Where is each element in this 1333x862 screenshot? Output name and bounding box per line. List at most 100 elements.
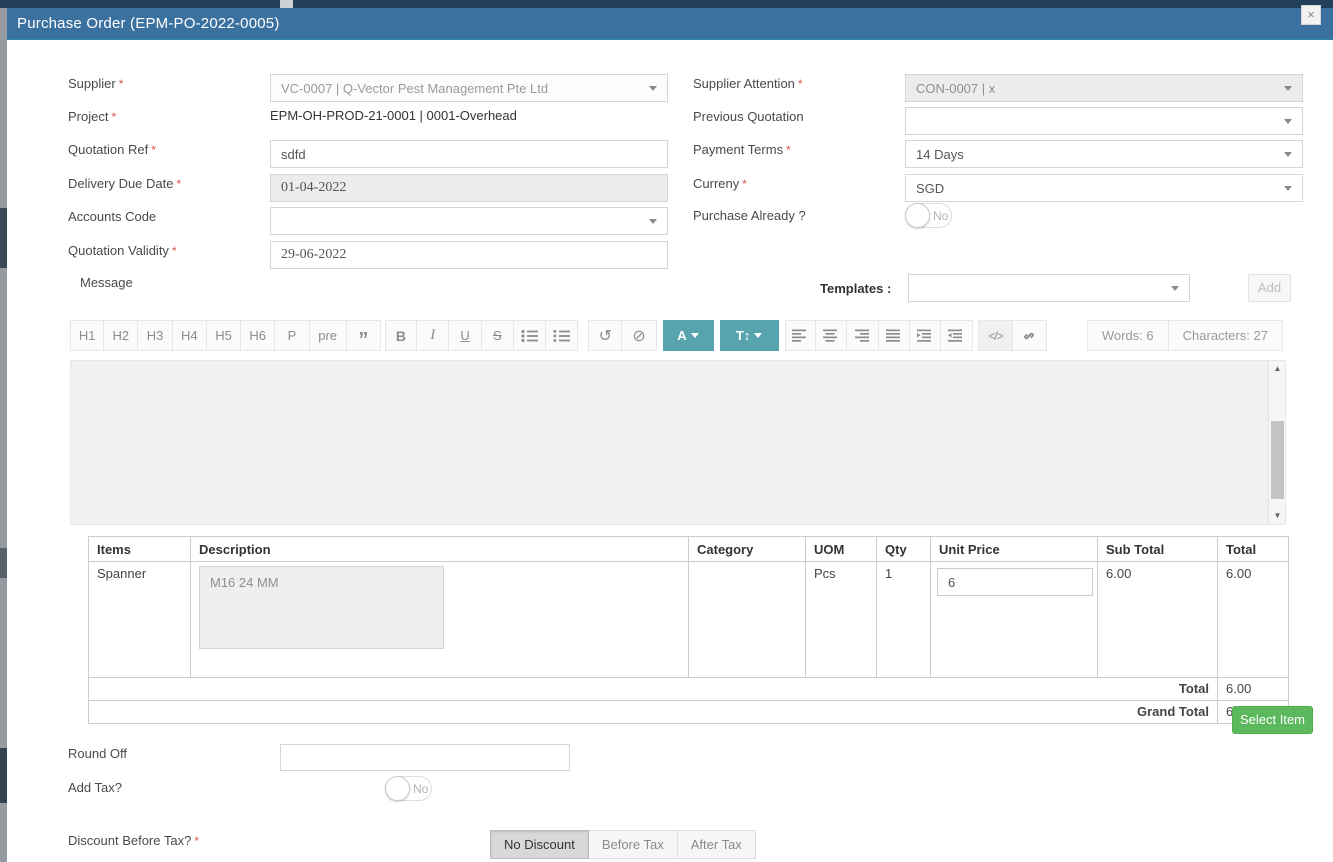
- left-edge-segment: [0, 548, 7, 578]
- close-icon[interactable]: ×: [1301, 5, 1321, 25]
- col-unit-price: Unit Price: [931, 537, 1098, 562]
- grand-total-row: Grand Total 6.00: [89, 701, 1289, 724]
- chevron-down-icon: [649, 219, 657, 224]
- round-off-label: Round Off: [68, 746, 127, 761]
- templates-select[interactable]: [908, 274, 1190, 302]
- previous-quotation-label: Previous Quotation: [693, 109, 804, 124]
- scrollbar-thumb[interactable]: [1271, 421, 1284, 499]
- purchase-already-label: Purchase Already ?: [693, 208, 806, 223]
- items-table: Items Description Category UOM Qty Unit …: [88, 536, 1289, 724]
- paragraph-button[interactable]: P: [275, 320, 309, 351]
- preformatted-button[interactable]: pre: [310, 320, 347, 351]
- font-color-button[interactable]: A: [663, 320, 715, 351]
- item-sub-total-cell: 6.00: [1098, 562, 1218, 678]
- item-name-cell: Spanner: [89, 562, 191, 678]
- scroll-down-icon[interactable]: ▼: [1269, 508, 1286, 524]
- item-total-cell: 6.00: [1218, 562, 1289, 678]
- add-tax-toggle[interactable]: No: [385, 776, 432, 801]
- scroll-up-icon[interactable]: ▲: [1269, 361, 1286, 377]
- item-uom-cell: Pcs: [806, 562, 877, 678]
- modal-header: Purchase Order (EPM-PO-2022-0005): [7, 8, 1333, 40]
- unit-price-input[interactable]: [937, 568, 1093, 596]
- toggle-knob: [385, 776, 410, 801]
- clear-formatting-icon[interactable]: ⊘: [622, 320, 656, 351]
- h1-button[interactable]: H1: [70, 320, 104, 351]
- templates-label: Templates :: [820, 281, 891, 296]
- purchase-already-toggle[interactable]: No: [905, 203, 952, 228]
- h4-button[interactable]: H4: [173, 320, 207, 351]
- previous-quotation-select[interactable]: [905, 107, 1303, 135]
- left-edge-segment: [0, 208, 7, 268]
- undo-icon[interactable]: ↺: [588, 320, 622, 351]
- bold-button[interactable]: B: [385, 320, 417, 351]
- message-label: Message: [80, 275, 133, 290]
- chevron-down-icon: [754, 333, 762, 338]
- discount-before-tax-label: Discount Before Tax?*: [68, 833, 199, 848]
- add-template-button[interactable]: Add: [1248, 274, 1291, 302]
- col-category: Category: [689, 537, 806, 562]
- supplier-select[interactable]: VC-0007 | Q-Vector Pest Management Pte L…: [270, 74, 668, 102]
- chevron-down-icon: [1171, 286, 1179, 291]
- word-count: Words: 6: [1087, 320, 1169, 351]
- col-total: Total: [1218, 537, 1289, 562]
- delivery-due-date-input[interactable]: [270, 174, 668, 202]
- select-item-button[interactable]: Select Item: [1232, 706, 1313, 734]
- align-left-icon[interactable]: [785, 320, 816, 351]
- delivery-due-date-label: Delivery Due Date*: [68, 176, 181, 191]
- link-icon[interactable]: [1013, 320, 1047, 351]
- total-row: Total 6.00: [89, 678, 1289, 701]
- align-justify-icon[interactable]: [879, 320, 910, 351]
- h6-button[interactable]: H6: [241, 320, 275, 351]
- italic-button[interactable]: I: [417, 320, 449, 351]
- chevron-down-icon: [1284, 152, 1292, 157]
- item-description-cell: M16 24 MM: [191, 562, 689, 678]
- col-qty: Qty: [877, 537, 931, 562]
- message-editor-area[interactable]: ▲ ▼: [70, 360, 1286, 525]
- project-value: EPM-OH-PROD-21-0001 | 0001-Overhead: [270, 108, 517, 123]
- item-qty-cell: 1: [877, 562, 931, 678]
- ordered-list-icon[interactable]: [546, 320, 578, 351]
- item-category-cell: [689, 562, 806, 678]
- no-discount-button[interactable]: No Discount: [490, 830, 589, 859]
- col-sub-total: Sub Total: [1098, 537, 1218, 562]
- chevron-down-icon: [1284, 186, 1292, 191]
- chevron-down-icon: [1284, 86, 1292, 91]
- currency-label: Curreny*: [693, 176, 747, 191]
- code-view-button[interactable]: </>: [978, 320, 1012, 351]
- project-label: Project*: [68, 109, 116, 124]
- quotation-validity-input[interactable]: [270, 241, 668, 269]
- col-items: Items: [89, 537, 191, 562]
- page-background-topbar: [0, 0, 1333, 8]
- left-edge-segment: [0, 748, 7, 803]
- supplier-attention-label: Supplier Attention*: [693, 76, 803, 91]
- round-off-input[interactable]: [280, 744, 570, 771]
- quotation-ref-input[interactable]: [270, 140, 668, 168]
- unordered-list-icon[interactable]: [514, 320, 546, 351]
- font-size-button[interactable]: T↕: [720, 320, 779, 351]
- payment-terms-select[interactable]: 14 Days: [905, 140, 1303, 168]
- chevron-down-icon: [691, 333, 699, 338]
- strikethrough-button[interactable]: S: [482, 320, 514, 351]
- currency-select[interactable]: SGD: [905, 174, 1303, 202]
- align-right-icon[interactable]: [847, 320, 878, 351]
- item-description-input[interactable]: M16 24 MM: [199, 566, 444, 649]
- editor-scrollbar[interactable]: ▲ ▼: [1268, 361, 1285, 524]
- align-center-icon[interactable]: [816, 320, 847, 351]
- accounts-code-select[interactable]: [270, 207, 668, 235]
- h5-button[interactable]: H5: [207, 320, 241, 351]
- indent-icon[interactable]: [910, 320, 941, 351]
- total-label: Total: [89, 678, 1218, 701]
- items-table-header: Items Description Category UOM Qty Unit …: [89, 537, 1289, 562]
- blockquote-icon[interactable]: ”: [347, 320, 381, 351]
- h3-button[interactable]: H3: [138, 320, 172, 351]
- outdent-icon[interactable]: [941, 320, 972, 351]
- underline-button[interactable]: U: [449, 320, 481, 351]
- quotation-validity-label: Quotation Validity*: [68, 243, 177, 258]
- col-description: Description: [191, 537, 689, 562]
- after-tax-button[interactable]: After Tax: [678, 830, 756, 859]
- supplier-attention-select[interactable]: CON-0007 | x: [905, 74, 1303, 102]
- before-tax-button[interactable]: Before Tax: [589, 830, 678, 859]
- h2-button[interactable]: H2: [104, 320, 138, 351]
- character-count: Characters: 27: [1169, 320, 1283, 351]
- discount-option-group: No Discount Before Tax After Tax: [490, 830, 756, 859]
